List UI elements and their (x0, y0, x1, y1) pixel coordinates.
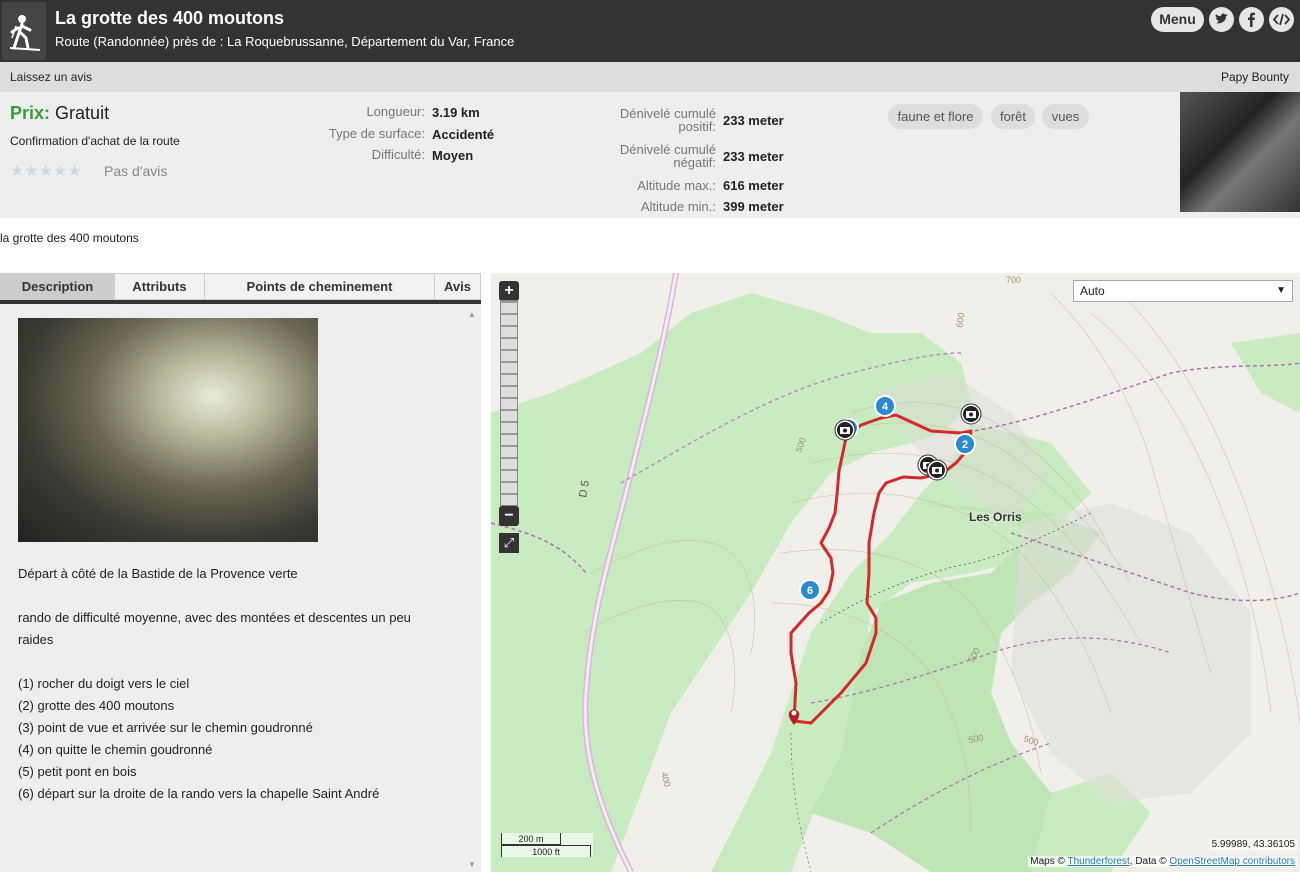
min-alt-label: Altitude min.: (640, 199, 716, 214)
desc-line: (3) point de vue et arrivée sur le chemi… (18, 720, 313, 735)
waypoint-marker-6[interactable]: 6 (799, 579, 821, 601)
waypoint-label: 6 (807, 585, 813, 597)
tab-waypoints[interactable]: Points de cheminement (204, 273, 435, 300)
map-scale: 200 m 1000 ft (501, 833, 593, 857)
forest-area (1231, 333, 1300, 413)
leave-review-link[interactable]: Laissez un avis (10, 70, 92, 84)
layer-select-value: Auto (1080, 284, 1105, 298)
ascent-label-2: positif: (678, 119, 716, 134)
tab-attributes[interactable]: Attributs (114, 273, 205, 300)
hiker-icon (2, 2, 46, 60)
facebook-icon[interactable] (1239, 7, 1264, 32)
attrib-mid: , Data © (1129, 856, 1167, 867)
start-pin-dot (791, 710, 797, 716)
tag-views[interactable]: vues (1042, 104, 1089, 129)
camera-icon[interactable] (960, 403, 982, 425)
page-subtitle: Route (Randonnée) près de : La Roquebrus… (55, 34, 515, 49)
contour-label: 400 (659, 771, 673, 788)
price-label: Prix: (10, 103, 51, 123)
waypoint-label: 2 (962, 439, 968, 451)
rating-stars[interactable]: ★★★★★ (10, 161, 82, 181)
purchase-confirmation: Confirmation d'achat de la route (10, 134, 180, 148)
desc-line: (5) petit pont en bois (18, 764, 137, 779)
attrib-prefix: Maps © (1030, 856, 1065, 867)
max-alt-label: Altitude max.: (637, 178, 716, 193)
map-view[interactable]: 4 2 6 700 600 500 500 500 500 400 D 5 Le… (491, 273, 1300, 872)
scroll-down-icon[interactable]: ▼ (468, 860, 476, 869)
scale-metric: 200 m (501, 833, 561, 845)
chevron-down-icon: ▼ (1276, 285, 1286, 296)
twitter-icon[interactable] (1209, 7, 1234, 32)
map-layer-select[interactable]: Auto ▼ (1073, 280, 1293, 302)
price: Prix: Gratuit (10, 103, 109, 124)
header-bar: La grotte des 400 moutons Route (Randonn… (0, 0, 1300, 62)
tag-forest[interactable]: forêt (991, 104, 1035, 129)
tag-fauna-flora[interactable]: faune et flore (888, 104, 983, 129)
place-label: Les Orris (969, 510, 1022, 524)
price-value: Gratuit (55, 103, 110, 123)
descent-value: 233 meter (723, 149, 784, 164)
ascent-value: 233 meter (723, 113, 784, 128)
code-icon[interactable] (1269, 7, 1294, 32)
desc-line: (6) départ sur la droite de la rando ver… (18, 786, 380, 801)
map-coordinates: 5.99989, 43.36105 (1209, 839, 1297, 850)
max-alt-value: 616 meter (723, 178, 784, 193)
desc-line: raides (18, 632, 54, 647)
map-attribution: Maps © Thunderforest, Data © OpenStreetM… (1028, 856, 1297, 867)
length-label: Longueur: (366, 104, 425, 119)
descent-label-2: négatif: (673, 155, 716, 170)
contour-label: 600 (954, 312, 966, 329)
tab-bar: Description Attributs Points de cheminem… (0, 273, 481, 304)
desc-line: Départ à côté de la Bastide de la Proven… (18, 566, 298, 581)
contour-label: 500 (1022, 733, 1040, 748)
waypoint-marker-2[interactable]: 2 (954, 433, 976, 455)
tab-reviews[interactable]: Avis (434, 273, 481, 300)
min-alt-value: 399 meter (723, 199, 784, 214)
hill-shade (1011, 503, 1251, 803)
fullscreen-icon[interactable]: ⤢ (499, 533, 519, 553)
page-title: La grotte des 400 moutons (55, 8, 285, 28)
osm-link[interactable]: OpenStreetMap contributors (1169, 856, 1295, 867)
review-bar: Laissez un avis Papy Bounty (0, 62, 1300, 92)
route-name: la grotte des 400 moutons (0, 231, 139, 245)
waypoint-marker-4[interactable]: 4 (874, 395, 896, 417)
scale-imperial: 1000 ft (501, 845, 591, 857)
author-photo[interactable] (1180, 92, 1300, 212)
map-canvas[interactable]: 4 2 6 700 600 500 500 500 500 400 D 5 (491, 273, 1300, 872)
difficulty-value: Moyen (432, 148, 474, 163)
route-info-panel: Prix: Gratuit Confirmation d'achat de la… (0, 92, 1300, 218)
zoom-out-button[interactable]: − (499, 506, 519, 526)
surface-label: Type de surface: (328, 126, 425, 141)
contour-label: 700 (1006, 275, 1021, 285)
menu-button[interactable]: Menu (1151, 7, 1204, 32)
camera-icon[interactable] (834, 419, 856, 441)
no-review-text: Pas d'avis (104, 163, 168, 179)
description-panel[interactable]: Départ à côté de la Bastide de la Proven… (0, 304, 481, 872)
desc-line: (2) grotte des 400 moutons (18, 698, 175, 713)
camera-icon[interactable] (926, 459, 948, 481)
difficulty-label: Difficulté: (371, 147, 425, 162)
track-path (960, 362, 1300, 434)
desc-line: (4) on quitte le chemin goudronné (18, 742, 213, 757)
zoom-slider[interactable] (500, 300, 518, 506)
surface-value: Accidenté (432, 127, 495, 142)
cave-photo[interactable] (18, 318, 318, 542)
desc-line: rando de difficulté moyenne, avec des mo… (18, 610, 411, 625)
desc-line: (1) rocher du doigt vers le ciel (18, 676, 190, 691)
waypoint-label: 4 (882, 401, 889, 413)
author-name[interactable]: Papy Bounty (1221, 70, 1289, 84)
zoom-in-button[interactable]: + (499, 281, 519, 301)
tab-description[interactable]: Description (0, 273, 115, 300)
thunderforest-link[interactable]: Thunderforest (1068, 856, 1130, 867)
length-value: 3.19 km (432, 105, 480, 120)
scroll-up-icon[interactable]: ▲ (468, 310, 476, 319)
